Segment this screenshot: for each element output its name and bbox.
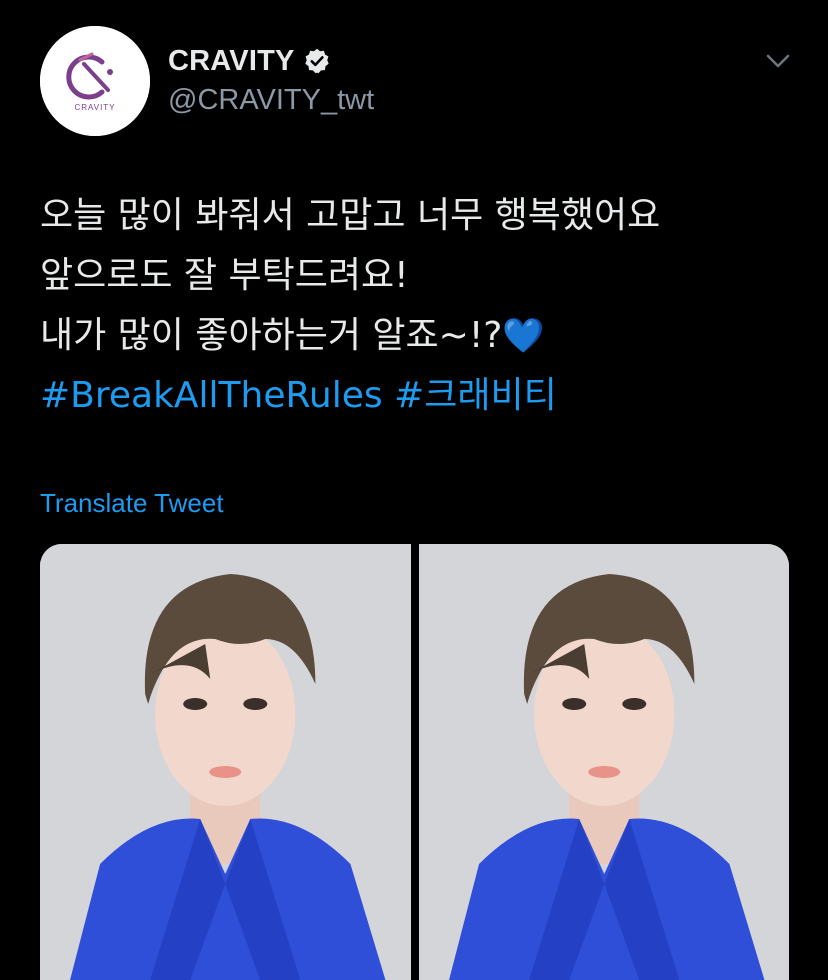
- hashtag-line: #BreakAllTheRules #크래비티: [40, 366, 800, 426]
- author-name-row[interactable]: CRAVITY: [168, 40, 331, 82]
- display-name[interactable]: CRAVITY: [168, 45, 295, 78]
- hashtag-link[interactable]: #크래비티: [394, 375, 557, 416]
- avatar[interactable]: CRAVITY: [40, 26, 150, 136]
- tweet-text-line-3: 내가 많이 좋아하는거 알죠~!?: [40, 315, 503, 356]
- tweet-text: 오늘 많이 봐줘서 고맙고 너무 행복했어요 앞으로도 잘 부탁드려요! 내가 …: [40, 186, 800, 426]
- translate-tweet-link[interactable]: Translate Tweet: [40, 488, 224, 519]
- author-handle[interactable]: @CRAVITY_twt: [168, 84, 374, 117]
- media-grid: [40, 544, 789, 980]
- media-photo-1[interactable]: [40, 544, 411, 980]
- blue-heart-emoji: 💙: [502, 316, 545, 356]
- chevron-down-icon[interactable]: [762, 48, 794, 74]
- tweet-text-line: 내가 많이 좋아하는거 알죠~!?💙: [40, 306, 800, 366]
- portrait-photo-image: [40, 544, 411, 980]
- tweet-text-line: 앞으로도 잘 부탁드려요!: [40, 255, 409, 296]
- logo-wordmark: CRAVITY: [74, 103, 115, 112]
- verified-badge-icon: [304, 48, 329, 74]
- cravity-logo-icon: CRAVITY: [40, 26, 150, 136]
- portrait-photo-image: [418, 544, 789, 980]
- tweet-text-line: 오늘 많이 봐줘서 고맙고 너무 행복했어요: [40, 195, 661, 236]
- media-photo-2[interactable]: [418, 544, 789, 980]
- hashtag-link[interactable]: #BreakAllTheRules: [40, 375, 383, 416]
